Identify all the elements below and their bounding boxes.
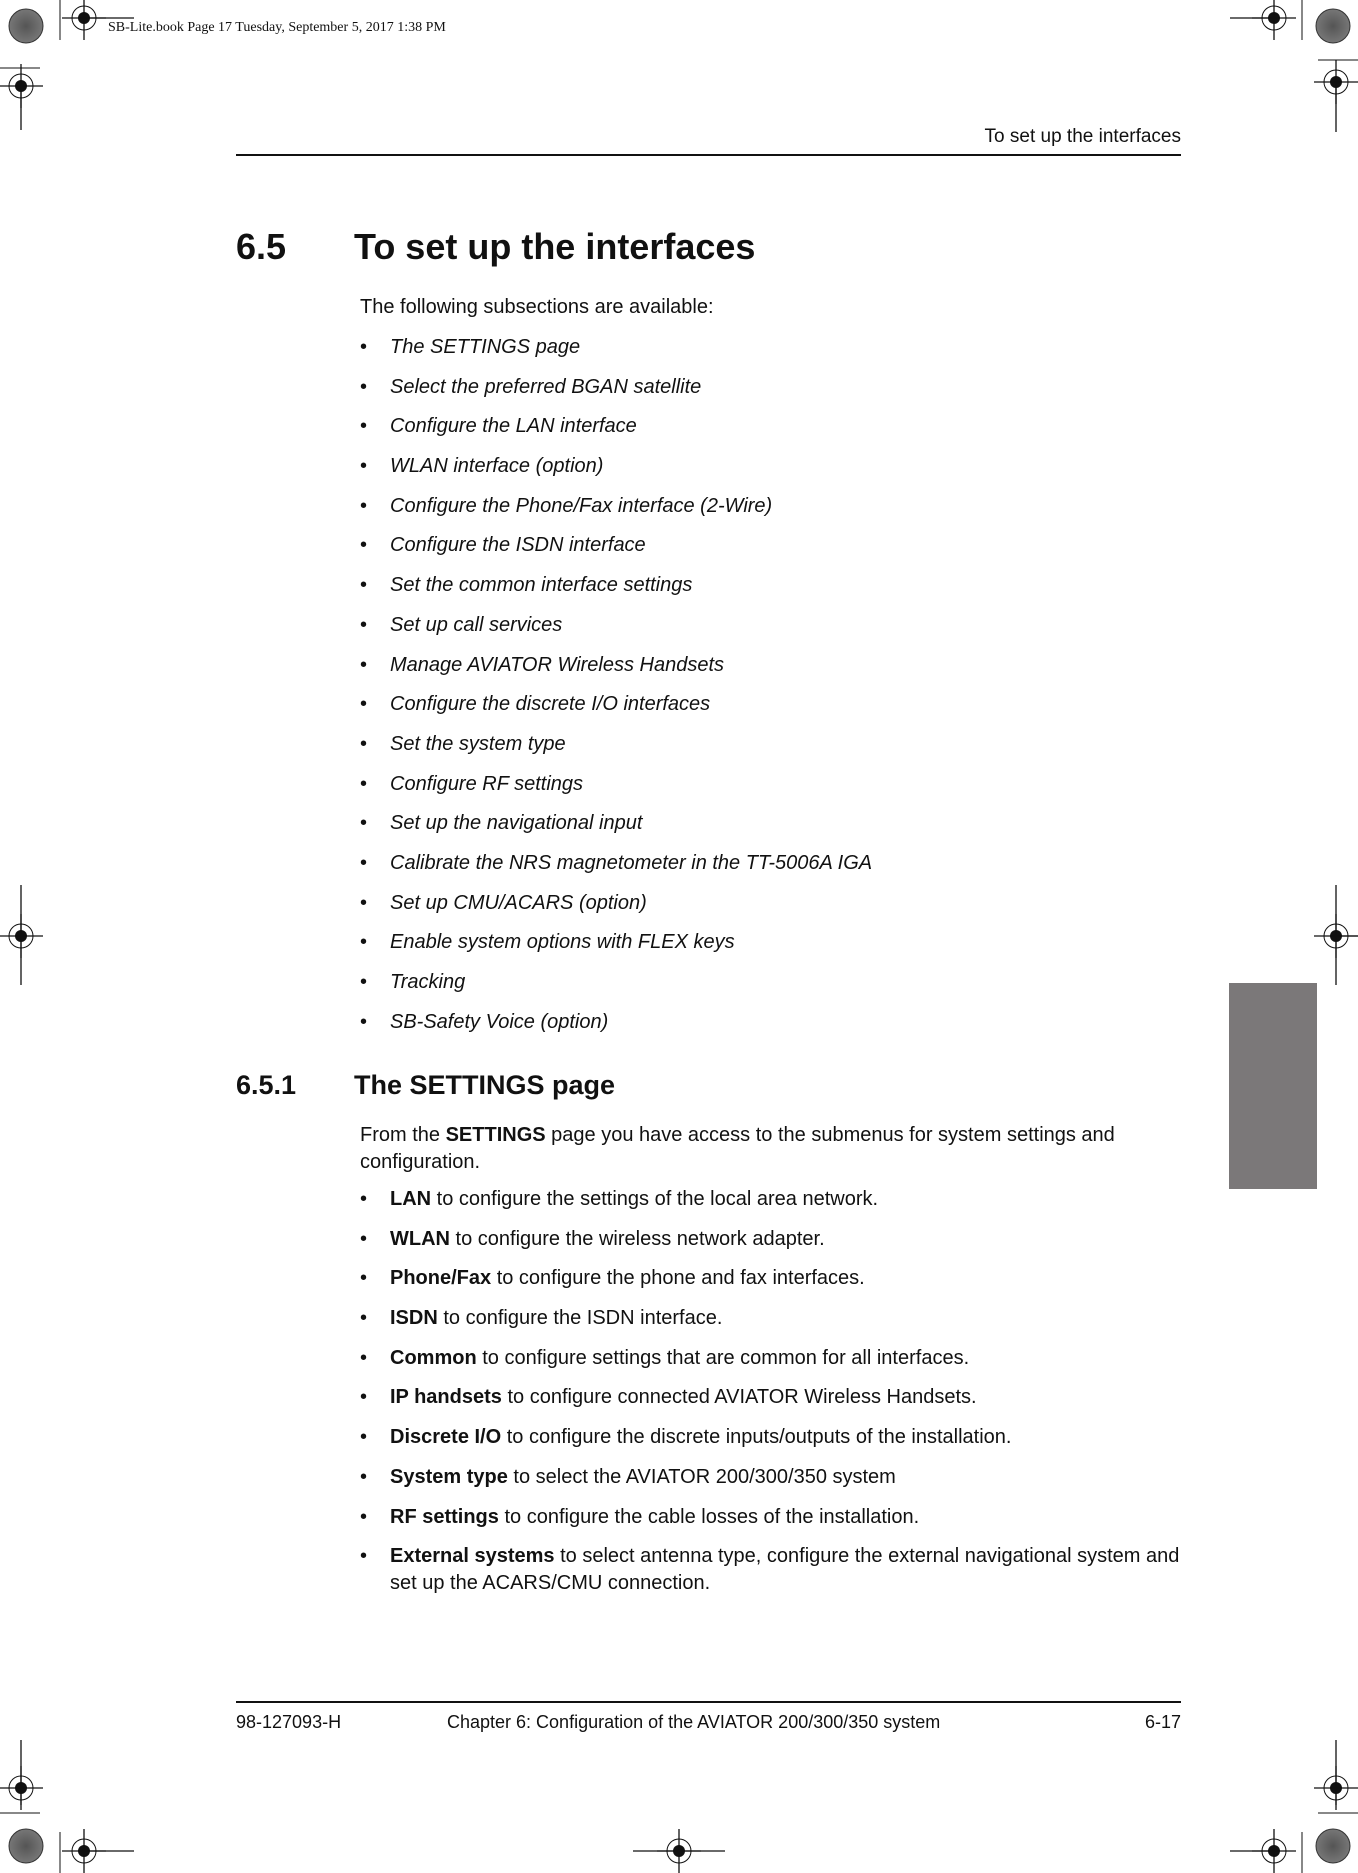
bullet: • — [360, 1465, 368, 1488]
subsection-link[interactable]: • Calibrate the NRS magnetometer in the T… — [360, 848, 872, 888]
subsection-link[interactable]: • Configure RF settings — [360, 769, 872, 809]
subsection-list: • The SETTINGS page • Select the preferred… — [360, 332, 872, 1046]
document-number: 98-127093-H — [236, 1712, 342, 1732]
list-item: • RF settings to configure the cable loss… — [360, 1504, 1190, 1531]
section-title: To set up the interfaces — [354, 226, 756, 267]
section-number: 6.5 — [236, 226, 287, 267]
bullet: • — [360, 931, 368, 954]
list-item: • Discrete I/O to configure the discrete … — [360, 1424, 1190, 1451]
bullet: • — [360, 613, 368, 636]
bullet: • — [360, 494, 368, 517]
bullet: • — [360, 1267, 368, 1290]
subsection-link[interactable]: • The SETTINGS page — [360, 332, 872, 372]
bullet: • — [360, 574, 368, 597]
list-item: • ISDN to configure the ISDN interface. — [360, 1305, 1190, 1332]
bullet: • — [360, 1188, 368, 1210]
subsection-link[interactable]: • Configure the ISDN interface — [360, 530, 872, 570]
header-rule — [236, 154, 1181, 156]
bullet: • — [360, 851, 368, 874]
footer-rule — [236, 1701, 1181, 1703]
bullet: • — [360, 1227, 368, 1250]
subsection-link[interactable]: • WLAN interface (option) — [360, 451, 872, 491]
running-header: To set up the interfaces — [984, 126, 1181, 147]
registration-mark-icon — [0, 913, 44, 959]
list-item: • Common to configure settings that are c… — [360, 1345, 1190, 1372]
bullet: • — [360, 1346, 368, 1369]
bullet: • — [360, 772, 368, 795]
bullet: • — [360, 812, 368, 835]
bullet: • — [360, 1386, 368, 1409]
bullet: • — [360, 653, 368, 676]
bullet: • — [360, 1010, 368, 1033]
registration-mark-icon — [61, 0, 107, 41]
star-target-icon — [1315, 1828, 1351, 1864]
subsection-paragraph: From the SETTINGS page you have access t… — [360, 1124, 1115, 1173]
bullet: • — [360, 336, 368, 358]
page-number: 6-17 — [1144, 1712, 1181, 1732]
registration-mark-icon — [0, 1765, 44, 1811]
subsection-number: 6.5.1 — [236, 1070, 297, 1100]
subsection-link[interactable]: • SB-Safety Voice (option) — [360, 1007, 872, 1047]
registration-mark-icon — [1313, 1765, 1358, 1811]
bullet: • — [360, 971, 368, 993]
bullet: • — [360, 455, 368, 478]
chapter-thumb-tab — [1229, 983, 1317, 1189]
subsection-link[interactable]: • Configure the discrete I/O interfaces — [360, 689, 872, 729]
list-item: • WLAN to configure the wireless network … — [360, 1226, 1190, 1253]
star-target-icon — [8, 8, 44, 44]
list-item: • Phone/Fax to configure the phone and fa… — [360, 1265, 1190, 1292]
bullet: • — [360, 891, 368, 914]
subsection-link[interactable]: • Set the common interface settings — [360, 570, 872, 610]
bullet: • — [360, 1307, 368, 1330]
list-item: • System type to select the AVIATOR 200/3… — [360, 1464, 1190, 1491]
bullet: • — [360, 375, 368, 398]
subsection-link[interactable]: • Manage AVIATOR Wireless Handsets — [360, 650, 872, 690]
subsection-link[interactable]: • Set up the navigational input — [360, 808, 872, 848]
bullet: • — [360, 1505, 368, 1528]
list-item: • IP handsets to configure connected AVIA… — [360, 1384, 1190, 1411]
subsection-link[interactable]: • Enable system options with FLEX keys — [360, 927, 872, 967]
bullet: • — [360, 415, 368, 438]
registration-mark-icon — [1251, 0, 1297, 41]
bullet: • — [360, 732, 368, 755]
subsection-link[interactable]: • Configure the Phone/Fax interface (2-Wi… — [360, 491, 872, 531]
subsection-link[interactable]: • Set the system type — [360, 729, 872, 769]
subsection-link[interactable]: • Tracking — [360, 967, 872, 1007]
bullet: • — [360, 1426, 368, 1449]
bullet: • — [360, 693, 368, 716]
subsection-link[interactable]: • Set up CMU/ACARS (option) — [360, 888, 872, 928]
bullet: • — [360, 1545, 368, 1568]
star-target-icon — [8, 1828, 44, 1864]
chapter-title: Chapter 6: Configuration of the AVIATOR … — [447, 1712, 941, 1732]
subsection-title: The SETTINGS page — [354, 1070, 616, 1100]
list-item: • LAN to configure the settings of the lo… — [360, 1186, 1190, 1213]
section-intro: The following subsections are available: — [360, 296, 714, 318]
subsection-link[interactable]: • Select the preferred BGAN satellite — [360, 372, 872, 412]
list-item: • External systems to select antenna type… — [360, 1545, 1180, 1595]
star-target-icon — [1315, 8, 1351, 44]
settings-submenu-list: • LAN to configure the settings of the lo… — [360, 1186, 1190, 1610]
bullet: • — [360, 534, 368, 557]
subsection-link[interactable]: • Configure the LAN interface — [360, 411, 872, 451]
subsection-link[interactable]: • Set up call services — [360, 610, 872, 650]
